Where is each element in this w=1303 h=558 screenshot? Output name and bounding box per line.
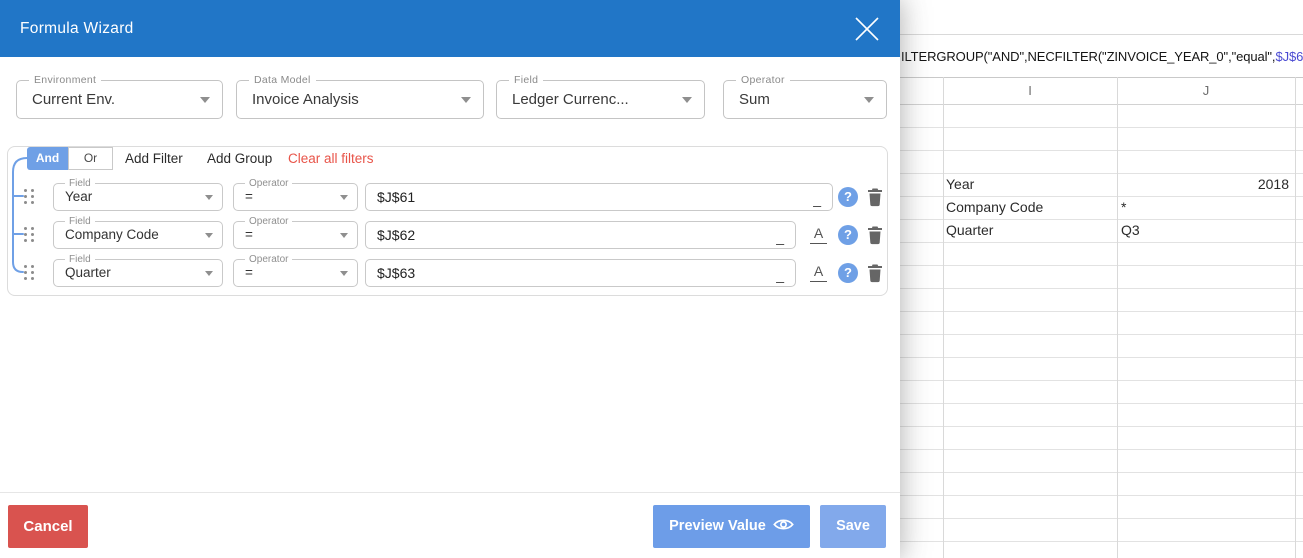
formula-cell-reference: $J$61: [1275, 49, 1303, 64]
chevron-down-icon: [205, 233, 213, 238]
cell-company-code-label[interactable]: Company Code: [946, 196, 1043, 219]
environment-value: Current Env.: [32, 91, 116, 108]
cancel-button[interactable]: Cancel: [8, 505, 88, 548]
dialog-header: Formula Wizard: [0, 0, 900, 57]
preview-value-button[interactable]: Preview Value: [653, 505, 810, 548]
save-button[interactable]: Save: [820, 505, 886, 548]
filter-operator-value: =: [245, 227, 253, 242]
filter-value-input[interactable]: $J$63 _: [365, 259, 796, 287]
filter-value-text: $J$62: [377, 227, 416, 243]
filter-operator-value: =: [245, 189, 253, 204]
or-toggle-button[interactable]: Or: [68, 147, 113, 170]
eye-icon: [773, 519, 794, 530]
input-cursor: _: [776, 229, 784, 245]
cell-quarter-value[interactable]: Q3: [1121, 219, 1140, 242]
filter-field-select[interactable]: Field Quarter: [53, 254, 223, 287]
close-icon[interactable]: [852, 14, 882, 44]
filter-field-value: Quarter: [65, 265, 111, 280]
filter-value-text: $J$61: [377, 189, 416, 205]
filter-field-value: Company Code: [65, 227, 159, 242]
chevron-down-icon: [200, 97, 210, 103]
chevron-down-icon: [205, 271, 213, 276]
chevron-down-icon: [682, 97, 692, 103]
add-group-button[interactable]: Add Group: [207, 147, 272, 170]
gridline-vertical: [1295, 77, 1296, 558]
drag-handle-icon[interactable]: [24, 265, 34, 281]
spreadsheet-pane: ILTERGROUP("AND",NECFILTER("ZINVOICE_YEA…: [900, 0, 1303, 558]
format-text-icon[interactable]: A: [810, 225, 827, 244]
chevron-down-icon: [340, 195, 348, 200]
filter-field-select[interactable]: Field Company Code: [53, 216, 223, 249]
data-model-value: Invoice Analysis: [252, 91, 359, 108]
and-toggle-button[interactable]: And: [27, 147, 68, 170]
filter-field-value: Year: [65, 189, 93, 204]
footer-divider: [0, 492, 900, 493]
format-text-icon[interactable]: A: [810, 263, 827, 282]
operator-select[interactable]: Operator Sum: [723, 74, 887, 119]
filter-operator-select[interactable]: Operator =: [233, 178, 358, 211]
drag-handle-icon[interactable]: [24, 227, 34, 243]
chevron-down-icon: [205, 195, 213, 200]
preview-value-label: Preview Value: [669, 518, 766, 534]
input-cursor: _: [813, 191, 821, 207]
operator-value: Sum: [739, 91, 770, 108]
filter-value-text: $J$63: [377, 265, 416, 281]
trash-icon[interactable]: [866, 263, 884, 283]
data-model-select[interactable]: Data Model Invoice Analysis: [236, 74, 484, 119]
trash-icon[interactable]: [866, 225, 884, 245]
chevron-down-icon: [461, 97, 471, 103]
gridline-vertical: [943, 77, 944, 558]
filter-field-select[interactable]: Field Year: [53, 178, 223, 211]
cell-year-value[interactable]: 2018: [1117, 173, 1289, 196]
help-icon[interactable]: ?: [838, 263, 858, 283]
formula-text-prefix: ILTERGROUP("AND",NECFILTER("ZINVOICE_YEA…: [901, 49, 1276, 64]
trash-icon[interactable]: [866, 187, 884, 207]
filter-operator-select[interactable]: Operator =: [233, 216, 358, 249]
filter-row: Field Year Operator = $J$61 _ ?: [0, 178, 900, 211]
add-filter-button[interactable]: Add Filter: [125, 147, 183, 170]
chevron-down-icon: [340, 233, 348, 238]
cell-year-label[interactable]: Year: [946, 173, 974, 196]
formula-bar[interactable]: ILTERGROUP("AND",NECFILTER("ZINVOICE_YEA…: [900, 34, 1303, 77]
column-header-row: I J: [900, 77, 1303, 105]
dialog-title: Formula Wizard: [20, 20, 134, 37]
column-header-j[interactable]: J: [1117, 78, 1295, 104]
formula-wizard-dialog: Formula Wizard Environment Current Env. …: [0, 0, 900, 558]
clear-all-filters-button[interactable]: Clear all filters: [288, 147, 374, 170]
field-value: Ledger Currenc...: [512, 91, 629, 108]
chevron-down-icon: [340, 271, 348, 276]
filter-row: Field Quarter Operator = $J$63 _ A ?: [0, 254, 900, 287]
filter-operator-select[interactable]: Operator =: [233, 254, 358, 287]
environment-select[interactable]: Environment Current Env.: [16, 74, 223, 119]
gridline-vertical: [1117, 77, 1118, 558]
cell-company-code-value[interactable]: *: [1121, 196, 1126, 219]
filter-row: Field Company Code Operator = $J$62 _ A …: [0, 216, 900, 249]
help-icon[interactable]: ?: [838, 225, 858, 245]
field-select[interactable]: Field Ledger Currenc...: [496, 74, 705, 119]
cell-quarter-label[interactable]: Quarter: [946, 219, 993, 242]
chevron-down-icon: [864, 97, 874, 103]
help-icon[interactable]: ?: [838, 187, 858, 207]
filter-value-input[interactable]: $J$62 _: [365, 221, 796, 249]
input-cursor: _: [776, 267, 784, 283]
drag-handle-icon[interactable]: [24, 189, 34, 205]
filter-value-input[interactable]: $J$61 _: [365, 183, 833, 211]
column-header-i[interactable]: I: [943, 78, 1117, 104]
filter-operator-value: =: [245, 265, 253, 280]
